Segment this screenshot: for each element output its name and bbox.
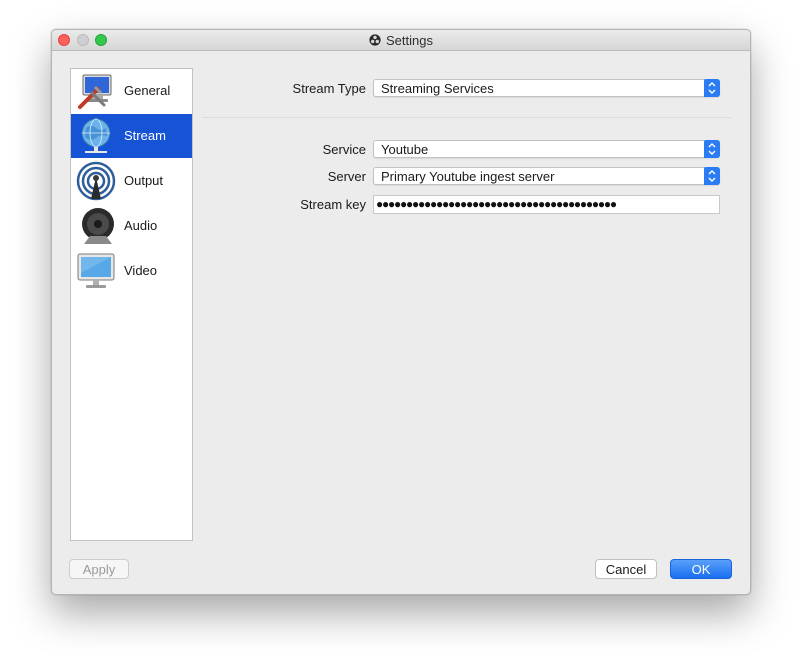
service-label: Service [322, 142, 366, 157]
updown-arrows-icon [704, 167, 720, 185]
stream-key-label: Stream key [300, 197, 366, 212]
broadcast-icon [76, 161, 116, 201]
sidebar-item-general[interactable]: General [71, 69, 192, 113]
updown-arrows-icon [704, 79, 720, 97]
sidebar-item-label: General [124, 83, 171, 98]
sidebar-item-output[interactable]: Output [71, 159, 192, 203]
stream-type-value: Streaming Services [381, 81, 494, 96]
stream-type-select[interactable]: Streaming Services [373, 79, 720, 97]
window-title-group: Settings [52, 30, 750, 50]
server-select[interactable]: Primary Youtube ingest server [373, 167, 720, 185]
sidebar-item-label: Output [124, 173, 164, 188]
cancel-button[interactable]: Cancel [595, 559, 657, 579]
server-label: Server [327, 169, 366, 184]
sidebar-item-label: Stream [124, 128, 166, 143]
globe-network-icon [81, 118, 111, 153]
obs-logo-icon [369, 34, 381, 46]
stream-type-label: Stream Type [292, 81, 366, 96]
updown-arrows-icon [704, 140, 720, 158]
title-bar: Settings [52, 30, 750, 51]
sidebar-item-stream[interactable]: Stream [71, 114, 192, 158]
apply-button[interactable]: Apply [69, 559, 129, 579]
sidebar-item-label: Audio [124, 218, 158, 233]
service-select[interactable]: Youtube [373, 140, 720, 158]
settings-window: Settings General Stream Output Audio Vid… [51, 29, 751, 595]
sidebar-item-video[interactable]: Video [71, 249, 192, 293]
sidebar-item-audio[interactable]: Audio [71, 204, 192, 248]
general-icon [78, 74, 112, 109]
speaker-icon [82, 208, 114, 244]
stream-key-masked-value: ●●●●●●●●●●●●●●●●●●●●●●●●●●●●●●●●●●●●●●●● [376, 197, 617, 211]
monitor-icon [77, 253, 115, 288]
settings-sidebar: General Stream Output Audio Video [70, 68, 193, 541]
sidebar-item-label: Video [124, 263, 158, 278]
service-value: Youtube [381, 142, 429, 157]
server-value: Primary Youtube ingest server [381, 169, 555, 184]
section-divider [202, 117, 732, 118]
stream-key-input[interactable]: ●●●●●●●●●●●●●●●●●●●●●●●●●●●●●●●●●●●●●●●● [373, 195, 720, 214]
ok-button[interactable]: OK [670, 559, 732, 579]
window-title: Settings [386, 32, 433, 48]
